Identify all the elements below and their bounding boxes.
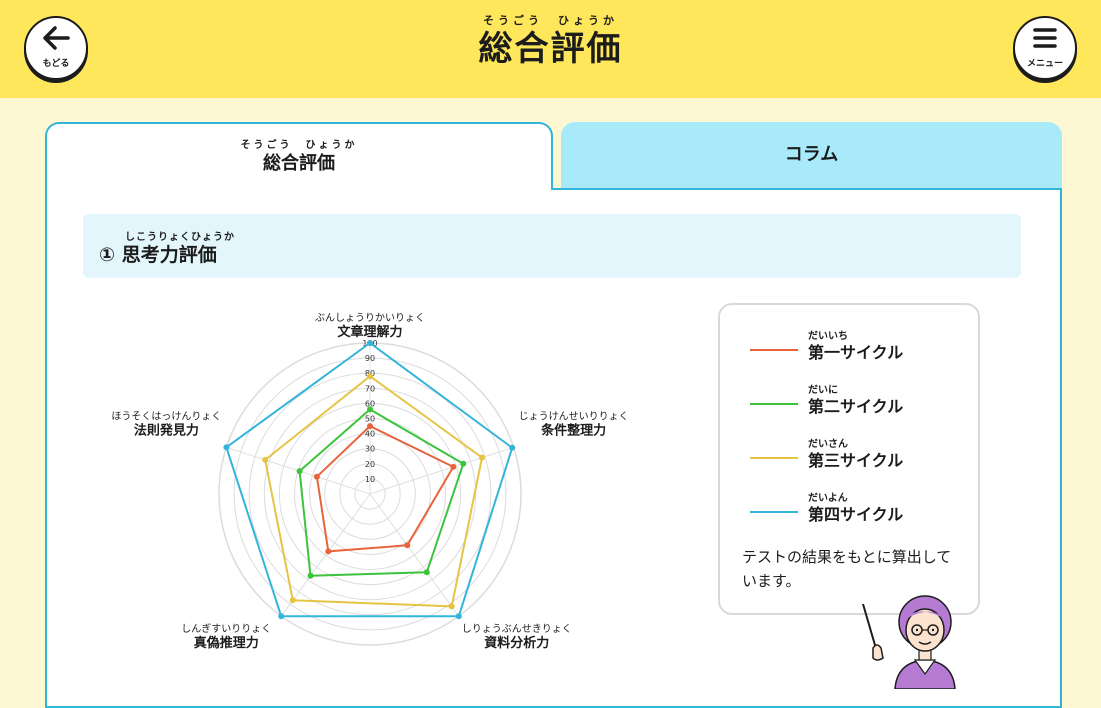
data-point	[223, 444, 230, 451]
legend-item-cycle-3: だいさん 第三サイクル	[750, 435, 970, 470]
data-point	[325, 548, 332, 555]
legend-item-cycle-2: だいに 第二サイクル	[750, 381, 970, 416]
tick-label: 50	[365, 415, 375, 424]
data-point	[404, 542, 411, 549]
tick-label: 70	[365, 384, 375, 393]
axis-ruby: じょうけんせいりりょく	[519, 410, 629, 422]
data-point	[296, 468, 303, 475]
data-point	[262, 456, 269, 463]
legend-label: 第三サイクル	[808, 451, 904, 470]
data-point	[367, 340, 373, 346]
axis-label: 法則発見力	[134, 422, 199, 438]
legend-swatch	[750, 511, 798, 513]
legend-item-cycle-4: だいよん 第四サイクル	[750, 489, 970, 524]
tick-label: 20	[365, 460, 375, 469]
axis-ruby: ぶんしょうりかいりょく	[315, 312, 425, 324]
axis-label: 真偽推理力	[194, 635, 259, 651]
grid-spoke	[369, 493, 460, 617]
data-point	[278, 613, 285, 620]
legend-label: 第二サイクル	[808, 397, 904, 416]
tick-label: 30	[365, 445, 375, 454]
tick-label: 40	[365, 430, 375, 439]
data-point	[367, 406, 373, 413]
legend-swatch	[750, 403, 798, 405]
data-point	[509, 444, 516, 451]
data-point	[307, 572, 314, 579]
tick-label: 10	[365, 475, 375, 484]
data-point	[423, 569, 430, 576]
data-point	[479, 454, 485, 461]
axis-label: 条件整理力	[541, 422, 606, 438]
data-point	[313, 473, 320, 480]
axis-ruby: しんぎすいりりょく	[181, 622, 271, 635]
tick-label: 90	[365, 354, 375, 363]
axis-label: 資料分析力	[484, 635, 549, 651]
data-point	[367, 423, 373, 430]
data-point	[367, 373, 373, 380]
chart-legend: だいいち 第一サイクル だいに 第二サイクル だいさん 第三サイクル だいよん …	[718, 303, 980, 615]
axis-ruby: ほうそくはっけんりょく	[111, 410, 221, 422]
data-point	[289, 597, 296, 604]
data-point	[455, 613, 462, 620]
grid-spoke	[280, 493, 371, 617]
teacher-illustration	[862, 595, 956, 689]
axis-ruby: しりょうぶんせきりょく	[462, 623, 572, 635]
data-point	[460, 460, 467, 467]
axis-label: 文章理解力	[337, 324, 402, 340]
legend-label: 第一サイクル	[808, 343, 904, 362]
legend-item-cycle-1: だいいち 第一サイクル	[750, 327, 970, 362]
data-point	[450, 463, 457, 470]
legend-note: テストの結果をもとに算出しています。	[742, 548, 952, 590]
legend-swatch	[750, 349, 798, 351]
legend-swatch	[750, 457, 798, 459]
data-point	[448, 603, 455, 610]
legend-label: 第四サイクル	[808, 505, 904, 524]
